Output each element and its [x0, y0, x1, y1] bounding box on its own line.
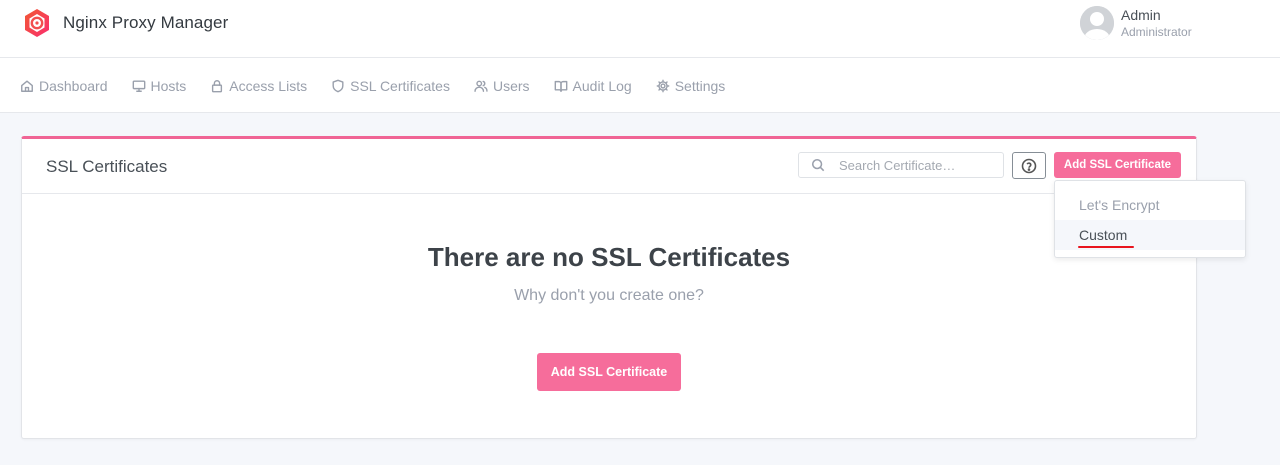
- nav-label: Access Lists: [229, 77, 308, 94]
- dropdown-item-lets-encrypt[interactable]: Let's Encrypt: [1055, 190, 1245, 220]
- nav-item-ssl-certificates[interactable]: SSL Certificates: [331, 78, 450, 94]
- lock-icon: [212, 79, 223, 92]
- users-icon: [474, 80, 488, 92]
- empty-state-add-button[interactable]: Add SSL Certificate: [537, 353, 681, 391]
- nav-label: SSL Certificates: [350, 77, 450, 94]
- card-header: SSL Certificates Add SSL Certificate: [22, 139, 1196, 194]
- search-box[interactable]: [798, 152, 1004, 178]
- user-avatar-icon: [1080, 6, 1114, 40]
- book-icon: [554, 80, 567, 92]
- highlight-underline: [1078, 246, 1134, 248]
- nav-item-audit-log[interactable]: Audit Log: [554, 78, 632, 94]
- user-name: Admin: [1121, 6, 1161, 23]
- help-button[interactable]: [1012, 152, 1046, 179]
- ssl-certificates-card: SSL Certificates Add SSL Certificate The…: [21, 136, 1197, 439]
- nav-label: Audit Log: [572, 77, 632, 94]
- nav-label: Hosts: [150, 77, 187, 94]
- avatar[interactable]: [1080, 6, 1114, 40]
- nav-item-access-lists[interactable]: Access Lists: [210, 78, 307, 94]
- search-input[interactable]: [839, 157, 999, 173]
- search-icon: [811, 158, 825, 172]
- user-menu[interactable]: Admin Administrator: [1080, 6, 1192, 40]
- brand[interactable]: Nginx Proxy Manager: [22, 8, 228, 38]
- card-title: SSL Certificates: [46, 157, 168, 176]
- nav-label: Users: [492, 77, 530, 94]
- nav-item-settings[interactable]: Settings: [656, 77, 726, 94]
- nav-item-users[interactable]: Users: [474, 78, 530, 94]
- help-circle-icon: [1021, 158, 1037, 173]
- nav-label: Settings: [674, 77, 726, 94]
- app-title: Nginx Proxy Manager: [63, 13, 229, 32]
- nav-label: Dashboard: [39, 77, 108, 94]
- main-nav: Dashboard Hosts Access Lists SSL Certifi…: [0, 58, 1280, 113]
- monitor-icon: [132, 79, 145, 92]
- top-header: Nginx Proxy Manager Admin Administrator: [0, 0, 1280, 58]
- home-icon: [21, 79, 33, 92]
- shield-icon: [332, 79, 344, 92]
- gear-icon: [656, 79, 670, 92]
- nginx-proxy-manager-logo-icon: [25, 9, 49, 37]
- user-role: Administrator: [1121, 24, 1192, 39]
- add-ssl-certificate-button[interactable]: Add SSL Certificate: [1054, 152, 1181, 178]
- nav-item-dashboard[interactable]: Dashboard: [20, 78, 108, 94]
- empty-state-subtitle: Why don't you create one?: [514, 287, 704, 304]
- empty-state-title: There are no SSL Certificates: [427, 242, 791, 272]
- nav-item-hosts[interactable]: Hosts: [132, 77, 187, 94]
